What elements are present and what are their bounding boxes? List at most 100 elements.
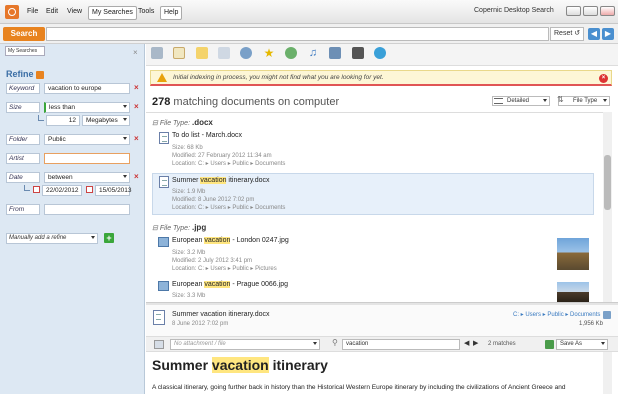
results-scroll-thumb[interactable] — [604, 155, 611, 210]
tree-connector — [38, 115, 44, 121]
pictures-tab-icon[interactable] — [329, 47, 341, 59]
london-thumbnail[interactable] — [557, 238, 589, 270]
warning-icon — [157, 73, 167, 82]
filter-label-artist: Artist — [6, 153, 40, 164]
filter-label-size: Size — [6, 102, 40, 113]
result-modified: Modified: 8 June 2012 7:02 pm — [172, 197, 255, 203]
date-from-input[interactable]: 22/02/2012 — [42, 185, 82, 196]
close-warning-icon[interactable]: × — [599, 74, 608, 83]
filter-label-from: From — [6, 204, 40, 215]
result-modified: Modified: 2 July 2012 3:41 pm — [172, 258, 253, 264]
prague-thumbnail[interactable] — [557, 282, 589, 302]
reset-button[interactable]: Reset ↺ — [550, 27, 584, 41]
docx-icon — [159, 176, 169, 188]
docx-icon — [159, 132, 169, 144]
result-title[interactable]: European vacation - London 0247.jpg — [172, 237, 289, 244]
result-size: Size: 3.2 Mb — [172, 250, 206, 256]
view-list-icon — [494, 98, 503, 104]
match-count: 2 matches — [488, 341, 516, 347]
jpg-icon — [158, 237, 169, 247]
result-title[interactable]: To do list - March.docx — [172, 132, 242, 139]
folder-select[interactable]: Public — [44, 134, 130, 145]
all-types-tab-icon[interactable] — [151, 47, 163, 59]
favorites-tab-icon[interactable]: ★ — [263, 47, 275, 59]
size-operator-select[interactable]: less than — [44, 102, 130, 113]
find-next-icon[interactable]: ▶ — [473, 339, 478, 347]
minimize-button[interactable] — [566, 6, 581, 16]
menu-file[interactable]: File — [24, 6, 41, 18]
preview-document-title: Summer vacation itinerary — [152, 357, 328, 373]
history-tab-icon[interactable] — [285, 47, 297, 59]
find-input[interactable]: vacation — [342, 339, 460, 350]
refine-options-icon[interactable] — [36, 70, 45, 79]
sort-select[interactable]: File Type — [558, 96, 610, 106]
group-header[interactable]: ⊟ File Type: .docx — [152, 118, 213, 127]
contacts-tab-icon[interactable] — [240, 47, 252, 59]
save-as-icon[interactable] — [545, 340, 554, 349]
attachment-tab-icon[interactable] — [218, 47, 230, 59]
maximize-button[interactable] — [583, 6, 598, 16]
calendar-to-icon[interactable] — [86, 186, 93, 193]
filter-label-date: Date — [6, 172, 40, 183]
result-title[interactable]: Summer vacation itinerary.docx — [172, 177, 270, 184]
filter-label-keyword: Keyword — [6, 83, 40, 94]
group-header[interactable]: ⊟ File Type: .jpg — [152, 223, 206, 232]
reset-icon: ↺ — [574, 30, 581, 37]
result-location[interactable]: Location: C: ▸ Users ▸ Public ▸ Pictures — [172, 266, 277, 273]
attachment-icon[interactable] — [154, 340, 164, 349]
calendar-from-icon[interactable] — [33, 186, 40, 193]
refine-title: Refine — [6, 69, 45, 79]
remove-keyword-icon[interactable]: × — [134, 83, 139, 93]
search-input[interactable] — [46, 27, 549, 41]
remove-size-icon[interactable]: × — [134, 102, 139, 112]
menu-view[interactable]: View — [64, 6, 85, 18]
result-location[interactable]: Location: C: ▸ Users ▸ Public ▸ Document… — [172, 161, 285, 168]
open-file-icon[interactable] — [603, 311, 611, 319]
attachment-select[interactable]: No attachment / file — [170, 339, 320, 350]
refine-pane — [0, 44, 145, 394]
remove-folder-icon[interactable]: × — [134, 134, 139, 144]
preview-scrollbar[interactable] — [603, 352, 612, 394]
save-as-button[interactable]: Save As — [556, 339, 608, 350]
preview-size: 1,956 Kb — [579, 321, 604, 327]
email-tab-icon[interactable] — [196, 47, 208, 59]
preview-path[interactable]: C: ▸ Users ▸ Public ▸ Documents — [513, 311, 600, 318]
artist-input[interactable] — [44, 153, 130, 164]
videos-tab-icon[interactable] — [352, 47, 364, 59]
date-to-input[interactable]: 15/05/2013 — [95, 185, 132, 196]
from-input[interactable] — [44, 204, 130, 215]
result-size: Size: 3.3 Mb — [172, 293, 206, 299]
size-unit-select[interactable]: Megabytes — [82, 115, 130, 126]
menu-my-searches[interactable]: My Searches — [88, 6, 137, 20]
date-operator-select[interactable]: between — [44, 172, 130, 183]
my-searches-dropdown[interactable]: My Searches — [5, 46, 45, 56]
add-refine-select[interactable]: Manually add a refine — [6, 233, 98, 244]
back-arrow-icon[interactable]: ◀ — [588, 28, 600, 40]
filter-label-folder: Folder — [6, 134, 40, 145]
app-logo-icon — [5, 5, 19, 19]
menu-help[interactable]: Help — [160, 6, 183, 20]
documents-tab-icon[interactable] — [173, 47, 185, 59]
find-prev-icon[interactable]: ◀ — [464, 339, 469, 347]
sort-order-icon[interactable]: ⇅ — [557, 95, 564, 104]
remove-date-icon[interactable]: × — [134, 172, 139, 182]
close-window-button[interactable] — [600, 6, 615, 16]
tree-connector — [24, 185, 30, 191]
preview-date: 8 June 2012 7:02 pm — [172, 321, 229, 327]
keyword-input[interactable]: vacation to europe — [44, 83, 130, 94]
result-title[interactable]: European vacation - Prague 0066.jpg — [172, 281, 288, 288]
reset-label: Reset — [554, 30, 573, 37]
result-size: Size: 1.9 Mb — [172, 189, 206, 195]
music-tab-icon[interactable]: ♫ — [307, 47, 319, 59]
menu-tools[interactable]: Tools — [135, 6, 157, 18]
forward-arrow-icon[interactable]: ▶ — [602, 28, 614, 40]
add-refine-button[interactable]: + — [104, 233, 114, 243]
search-button[interactable]: Search — [3, 27, 45, 41]
close-pane-icon[interactable]: × — [133, 48, 138, 57]
find-search-icon: ⚲ — [332, 338, 338, 347]
menu-edit[interactable]: Edit — [43, 6, 61, 18]
result-size: Size: 68 Kb — [172, 145, 203, 151]
web-tab-icon[interactable] — [374, 47, 386, 59]
size-number-input[interactable]: 12 — [46, 115, 80, 126]
result-location[interactable]: Location: C: ▸ Users ▸ Public ▸ Document… — [172, 205, 285, 212]
